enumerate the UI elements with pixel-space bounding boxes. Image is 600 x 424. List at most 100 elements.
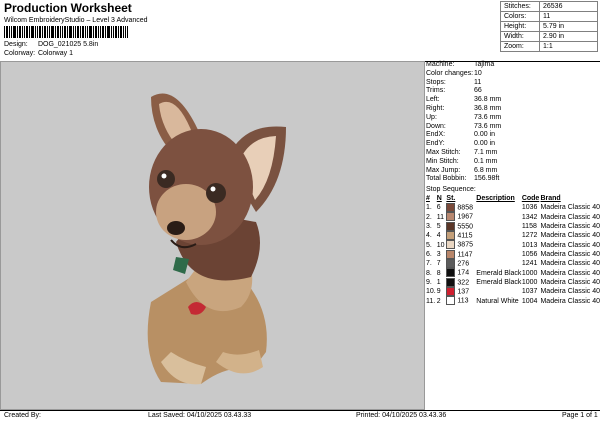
barcode-image bbox=[4, 26, 128, 38]
stop-code: 1158 bbox=[521, 222, 537, 230]
stop-num: 11. bbox=[426, 297, 436, 305]
stop-code: 1000 bbox=[521, 269, 538, 277]
summary-value: 2.90 in bbox=[539, 31, 598, 42]
summary-value: 11 bbox=[539, 11, 598, 22]
summary-row: Width: 2.90 in bbox=[500, 31, 598, 42]
stop-sequence-table: # N St. Description Code Brand 1. 6 8858 10… bbox=[426, 194, 600, 306]
stop-row: 11. 2 113 Natural White 1004 Madeira Classic … bbox=[426, 296, 600, 306]
color-swatch bbox=[446, 240, 456, 250]
summary-label: Stitches: bbox=[500, 1, 540, 12]
stop-code: 1037 bbox=[521, 288, 538, 296]
stop-description bbox=[476, 250, 522, 259]
color-swatch bbox=[446, 259, 456, 269]
color-swatch bbox=[446, 277, 456, 287]
worksheet-title: Production Worksheet bbox=[4, 1, 132, 15]
stop-num: 8. bbox=[426, 269, 432, 277]
machine-info-label: Machine: bbox=[426, 61, 455, 68]
stop-needle: 2 bbox=[436, 297, 441, 305]
machine-info-label: Max Stitch: bbox=[426, 149, 461, 156]
page-number: Page 1 of 1 bbox=[562, 412, 598, 419]
stop-num: 1. bbox=[426, 204, 432, 212]
summary-value: 1:1 bbox=[539, 41, 598, 52]
stop-code: 1241 bbox=[521, 260, 538, 268]
stop-stitches: 8858 bbox=[457, 204, 473, 212]
stop-stitches: 4115 bbox=[457, 232, 473, 240]
machine-info-label: Down: bbox=[426, 122, 446, 130]
machine-info-label: Up: bbox=[426, 113, 437, 121]
stop-code: 1272 bbox=[521, 232, 538, 240]
design-preview bbox=[0, 61, 425, 410]
color-swatch bbox=[446, 268, 456, 278]
stop-description bbox=[476, 240, 522, 249]
stop-num: 4. bbox=[426, 232, 432, 240]
machine-info-value: 36.8 mm bbox=[474, 96, 502, 104]
machine-info-label: Total Bobbin: bbox=[426, 175, 467, 183]
stop-needle: 8 bbox=[436, 269, 441, 277]
stop-stitches: 276 bbox=[457, 260, 470, 268]
col-code: Code bbox=[521, 195, 540, 202]
color-swatch bbox=[446, 296, 456, 306]
stop-num: 9. bbox=[426, 278, 432, 286]
stop-brand: Madeira Classic 40 bbox=[540, 297, 600, 305]
machine-info-value: 66 bbox=[474, 87, 482, 95]
summary-value: 5.79 in bbox=[539, 21, 598, 32]
stop-needle: 10 bbox=[436, 241, 445, 249]
col-n: N bbox=[436, 195, 442, 202]
design-value: DOG_021025 5.8in bbox=[37, 41, 99, 48]
stop-description: Emerald Black bbox=[476, 278, 522, 286]
stop-row: 3. 5 5550 1158 Madeira Classic 40 bbox=[426, 221, 600, 231]
stop-brand: Madeira Classic 40 bbox=[540, 250, 600, 258]
summary-row: Height: 5.79 in bbox=[500, 21, 598, 32]
stop-brand: Madeira Classic 40 bbox=[540, 204, 600, 212]
stop-code: 1342 bbox=[521, 213, 538, 221]
machine-info-value: 0.00 in bbox=[474, 131, 496, 139]
stop-stitches: 137 bbox=[457, 288, 470, 296]
machine-info-value: 11 bbox=[474, 78, 482, 86]
stop-brand: Madeira Classic 40 bbox=[540, 232, 600, 240]
summary-label: Zoom: bbox=[500, 41, 540, 52]
stop-num: 2. bbox=[426, 213, 432, 221]
chihuahua-embroidery-image bbox=[147, 93, 286, 385]
stop-num: 5. bbox=[426, 241, 432, 249]
stop-needle: 7 bbox=[436, 260, 441, 268]
colorway-label: Colorway: bbox=[4, 50, 36, 57]
stop-description bbox=[476, 259, 522, 268]
machine-info-label: Left: bbox=[426, 96, 440, 104]
col-brand: Brand bbox=[540, 195, 561, 202]
machine-info-label: Stops: bbox=[426, 78, 446, 86]
stop-stitches: 1147 bbox=[457, 251, 473, 259]
summary-table: Stitches: 26536 Colors: 11 Height: 5.79 in … bbox=[500, 1, 598, 52]
design-label: Design: bbox=[4, 41, 28, 48]
stop-code: 1000 bbox=[521, 278, 538, 286]
stop-description: Natural White bbox=[476, 297, 519, 305]
stop-brand: Madeira Classic 40 bbox=[540, 222, 600, 230]
stop-brand: Madeira Classic 40 bbox=[540, 260, 600, 268]
color-swatch bbox=[446, 231, 456, 241]
stop-num: 10. bbox=[426, 288, 436, 296]
stop-stitches-cell: 276 bbox=[446, 259, 476, 269]
stop-stitches-cell: 137 bbox=[446, 287, 476, 297]
machine-info-label: Color changes: bbox=[426, 69, 474, 77]
col-num: # bbox=[426, 195, 430, 202]
stop-code: 1036 bbox=[521, 204, 538, 212]
stop-description: Emerald Black bbox=[476, 269, 522, 277]
stop-stitches: 113 bbox=[457, 297, 469, 305]
summary-row: Stitches: 26536 bbox=[500, 1, 598, 12]
machine-info-value: 0.1 mm bbox=[474, 157, 498, 165]
stop-needle: 4 bbox=[436, 232, 441, 240]
summary-row: Colors: 11 bbox=[500, 11, 598, 22]
stop-stitches-cell: 8858 bbox=[446, 203, 476, 212]
stop-description bbox=[476, 287, 522, 296]
machine-info-label: Max Jump: bbox=[426, 166, 461, 174]
col-desc: Description bbox=[476, 195, 515, 202]
stop-code: 1056 bbox=[521, 250, 538, 258]
created-by: Created By: bbox=[4, 412, 41, 419]
stop-stitches-cell: 1967 bbox=[446, 212, 476, 222]
design-row: Design: DOG_021025 5.8in bbox=[4, 41, 98, 48]
stop-brand: Madeira Classic 40 bbox=[540, 288, 600, 296]
stop-stitches: 322 bbox=[457, 279, 470, 287]
stop-stitches-cell: 5550 bbox=[446, 221, 476, 231]
color-swatch bbox=[446, 203, 456, 212]
stop-stitches: 1967 bbox=[457, 213, 473, 221]
machine-info-value: 156.98ft bbox=[474, 175, 500, 183]
